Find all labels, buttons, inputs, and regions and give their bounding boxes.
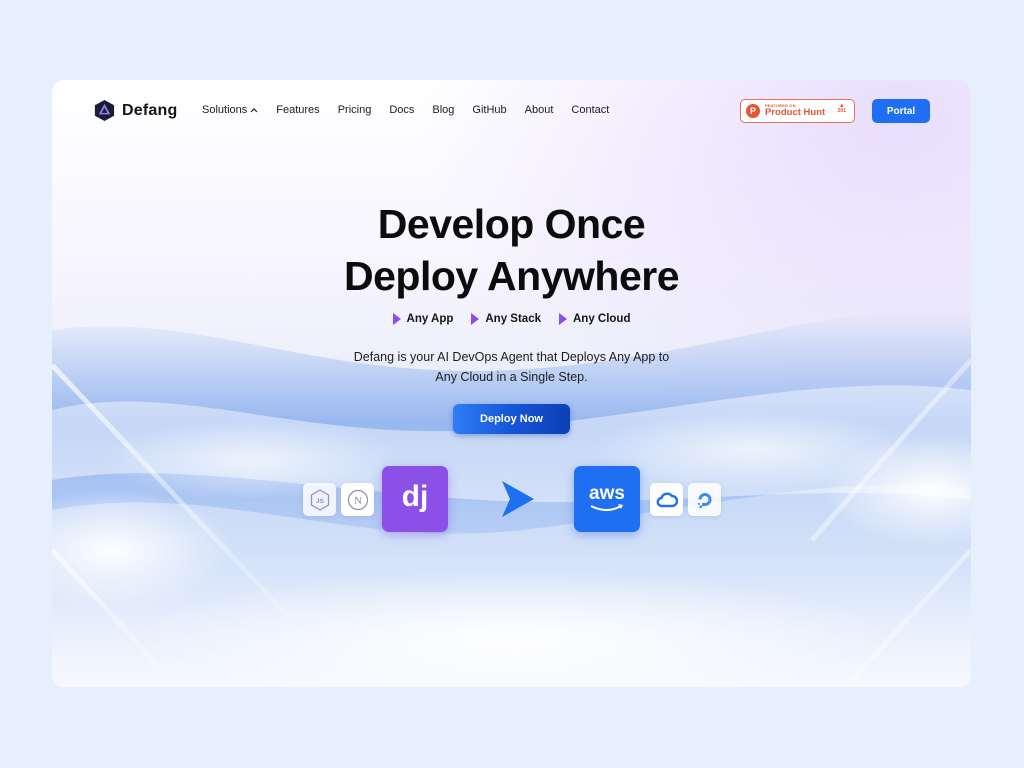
tag-any-cloud: Any Cloud bbox=[558, 313, 631, 325]
product-hunt-title: Product Hunt bbox=[765, 107, 826, 119]
hero-card: Defang Solutions Features Pricing Docs B… bbox=[52, 80, 971, 687]
aws-smile-icon bbox=[590, 504, 623, 511]
google-cloud-icon bbox=[650, 483, 683, 516]
nodejs-text: JS bbox=[316, 498, 325, 505]
tag-any-stack: Any Stack bbox=[471, 313, 541, 325]
digitalocean-mark bbox=[697, 492, 711, 508]
nav-about[interactable]: About bbox=[525, 104, 554, 116]
nav-solutions[interactable]: Solutions bbox=[202, 104, 258, 116]
product-hunt-votes: ▲ 201 bbox=[838, 103, 846, 114]
nodejs-icon: JS bbox=[303, 483, 336, 516]
portal-button[interactable]: Portal bbox=[872, 99, 930, 123]
top-navigation: Defang Solutions Features Pricing Docs B… bbox=[52, 80, 971, 142]
cloud-shape bbox=[656, 491, 678, 507]
hero-title: Develop Once Deploy Anywhere bbox=[52, 198, 971, 302]
tag-label: Any Cloud bbox=[572, 313, 631, 325]
product-hunt-text: FEATURED ON Product Hunt bbox=[765, 104, 825, 118]
brand-logo[interactable]: Defang bbox=[93, 99, 177, 122]
deploy-arrow-icon bbox=[502, 481, 534, 517]
tag-label: Any App bbox=[406, 313, 454, 325]
hero-title-line1: Develop Once bbox=[377, 201, 646, 247]
hero-subtitle: Defang is your AI DevOps Agent that Depl… bbox=[353, 350, 670, 384]
django-icon: dj bbox=[382, 466, 448, 532]
nav-features[interactable]: Features bbox=[276, 104, 319, 116]
hero-title-line2: Deploy Anywhere bbox=[343, 253, 680, 299]
tag-any-app: Any App bbox=[392, 313, 454, 325]
nextjs-text: N bbox=[354, 495, 362, 507]
nav-github[interactable]: GitHub bbox=[472, 104, 506, 116]
aws-mark: aws bbox=[589, 483, 625, 513]
nextjs-icon: N bbox=[341, 483, 374, 516]
aws-text: aws bbox=[589, 483, 625, 504]
product-hunt-count: 201 bbox=[837, 108, 846, 114]
nav-docs[interactable]: Docs bbox=[389, 104, 414, 116]
nextjs-circle: N bbox=[347, 489, 368, 510]
chevron-up-icon bbox=[250, 108, 258, 113]
product-hunt-badge[interactable]: P FEATURED ON Product Hunt ▲ 201 bbox=[740, 99, 855, 123]
play-arrow-icon bbox=[471, 313, 480, 325]
nav-contact[interactable]: Contact bbox=[571, 104, 609, 116]
django-text: dj bbox=[401, 480, 429, 513]
deploy-now-button[interactable]: Deploy Now bbox=[453, 404, 570, 434]
brand-name: Defang bbox=[122, 101, 178, 119]
nodejs-hexagon: JS bbox=[310, 488, 329, 511]
main-menu: Solutions Features Pricing Docs Blog Git… bbox=[202, 104, 627, 116]
play-arrow-icon bbox=[392, 313, 401, 325]
hero-tags: Any App Any Stack Any Cloud bbox=[52, 313, 971, 325]
defang-logo-icon bbox=[94, 99, 115, 122]
play-arrow-icon bbox=[558, 313, 567, 325]
tag-label: Any Stack bbox=[485, 313, 541, 325]
nav-solutions-label: Solutions bbox=[202, 104, 248, 116]
digitalocean-icon bbox=[688, 483, 721, 516]
aws-icon: aws bbox=[574, 466, 640, 532]
nav-blog[interactable]: Blog bbox=[432, 104, 454, 116]
nav-pricing[interactable]: Pricing bbox=[338, 104, 372, 116]
product-hunt-icon: P bbox=[746, 104, 760, 118]
